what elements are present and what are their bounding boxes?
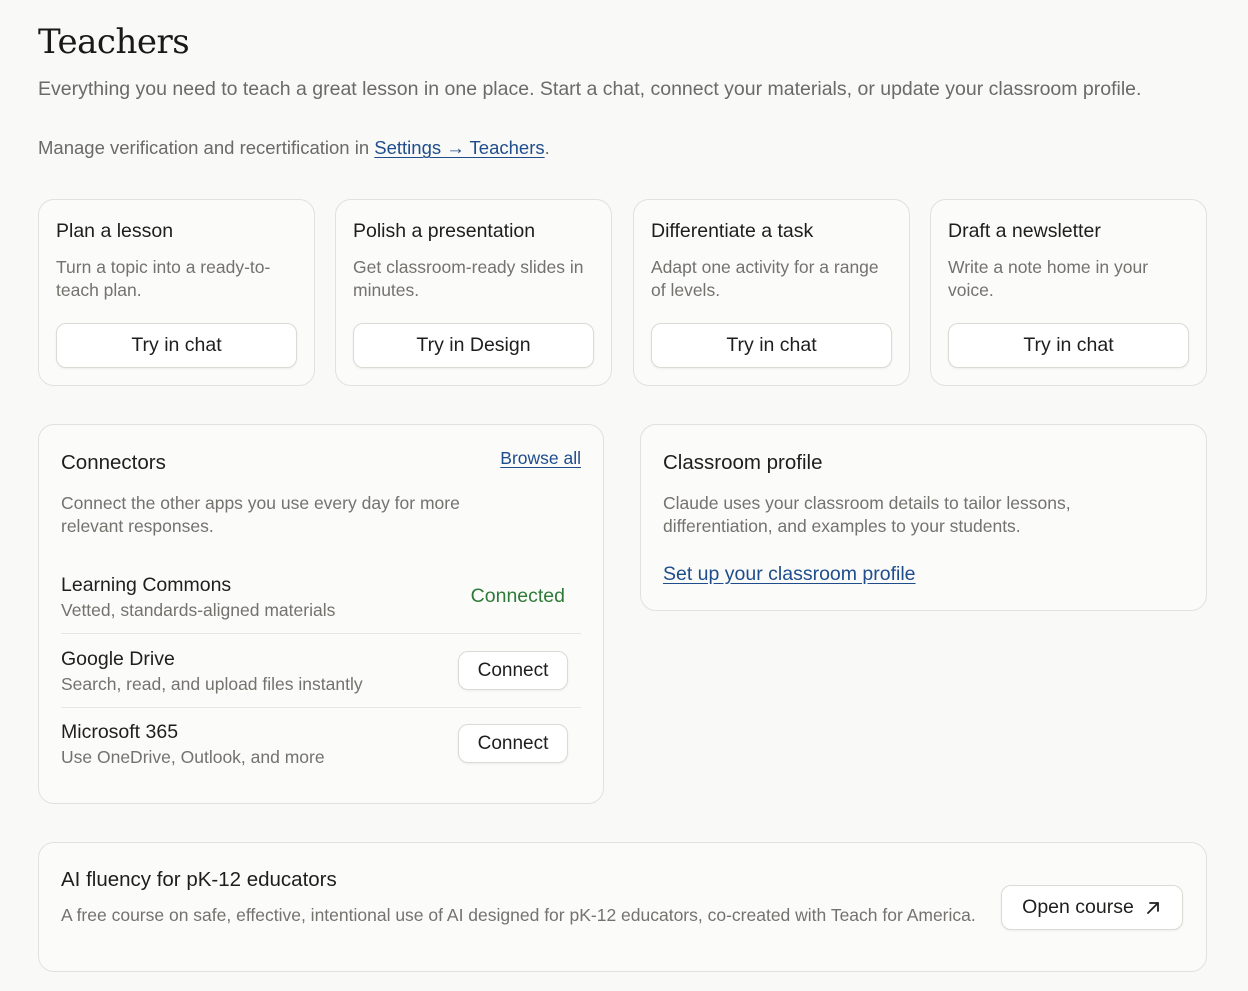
action-card-title: Polish a presentation — [353, 220, 536, 242]
manage-prefix: Manage verification and recertification … — [38, 137, 375, 158]
action-card-plan-lesson: Plan a lesson Turn a topic into a ready-… — [38, 199, 315, 386]
open-course-button[interactable]: Open course — [1001, 885, 1183, 930]
connect-google-drive-button[interactable]: Connect — [458, 651, 568, 690]
action-card-desc: Get classroom-ready slides in minutes. — [353, 257, 584, 300]
try-in-chat-button[interactable]: Try in chat — [651, 323, 892, 368]
connectors-panel: Connectors Browse all Connect the other … — [38, 424, 604, 804]
try-in-chat-button[interactable]: Try in chat — [948, 323, 1189, 368]
ai-fluency-course-panel: AI fluency for pK-12 educators A free co… — [38, 842, 1207, 972]
action-card-desc: Turn a topic into a ready-to-teach plan. — [56, 257, 271, 300]
page-subtitle: Everything you need to teach a great les… — [38, 78, 1142, 100]
open-course-label: Open course — [1022, 896, 1134, 918]
connector-desc: Vetted, standards-aligned materials — [61, 600, 336, 620]
action-card-draft-newsletter: Draft a newsletter Write a note home in … — [930, 199, 1207, 386]
settings-teachers-link[interactable]: Settings → Teachers — [374, 137, 544, 158]
manage-suffix: . — [544, 137, 550, 158]
external-arrow-icon — [1144, 899, 1162, 917]
connector-row-microsoft-365: Microsoft 365 Use OneDrive, Outlook, and… — [61, 707, 581, 781]
connector-row-google-drive: Google Drive Search, read, and upload fi… — [61, 633, 581, 707]
action-card-differentiate-task: Differentiate a task Adapt one activity … — [633, 199, 910, 386]
connect-microsoft-365-button[interactable]: Connect — [458, 724, 568, 763]
manage-verification-text: Manage verification and recertification … — [38, 137, 550, 159]
classroom-profile-title: Classroom profile — [663, 451, 823, 474]
connectors-title: Connectors — [61, 451, 166, 474]
action-card-desc: Write a note home in your voice. — [948, 257, 1149, 300]
browse-all-link[interactable]: Browse all — [500, 448, 581, 469]
classroom-profile-desc: Claude uses your classroom details to ta… — [663, 493, 1071, 536]
action-card-title: Draft a newsletter — [948, 220, 1101, 242]
try-in-chat-button[interactable]: Try in chat — [56, 323, 297, 368]
try-in-design-button[interactable]: Try in Design — [353, 323, 594, 368]
connectors-desc: Connect the other apps you use every day… — [61, 493, 460, 536]
connector-desc: Use OneDrive, Outlook, and more — [61, 747, 325, 767]
page-title: Teachers — [38, 22, 190, 62]
connector-name: Learning Commons — [61, 574, 232, 596]
action-card-title: Plan a lesson — [56, 220, 174, 242]
course-title: AI fluency for pK-12 educators — [61, 868, 337, 891]
connector-name: Google Drive — [61, 648, 175, 670]
connector-row-learning-commons: Learning Commons Vetted, standards-align… — [61, 559, 581, 633]
action-card-title: Differentiate a task — [651, 220, 814, 242]
connected-status: Connected — [470, 585, 565, 607]
course-desc: A free course on safe, effective, intent… — [61, 905, 976, 925]
action-card-polish-presentation: Polish a presentation Get classroom-read… — [335, 199, 612, 386]
classroom-profile-panel: Classroom profile Claude uses your class… — [640, 424, 1207, 611]
connector-desc: Search, read, and upload files instantly — [61, 674, 363, 694]
setup-classroom-profile-link[interactable]: Set up your classroom profile — [663, 563, 916, 586]
action-card-desc: Adapt one activity for a range of levels… — [651, 257, 879, 300]
connector-name: Microsoft 365 — [61, 721, 179, 743]
